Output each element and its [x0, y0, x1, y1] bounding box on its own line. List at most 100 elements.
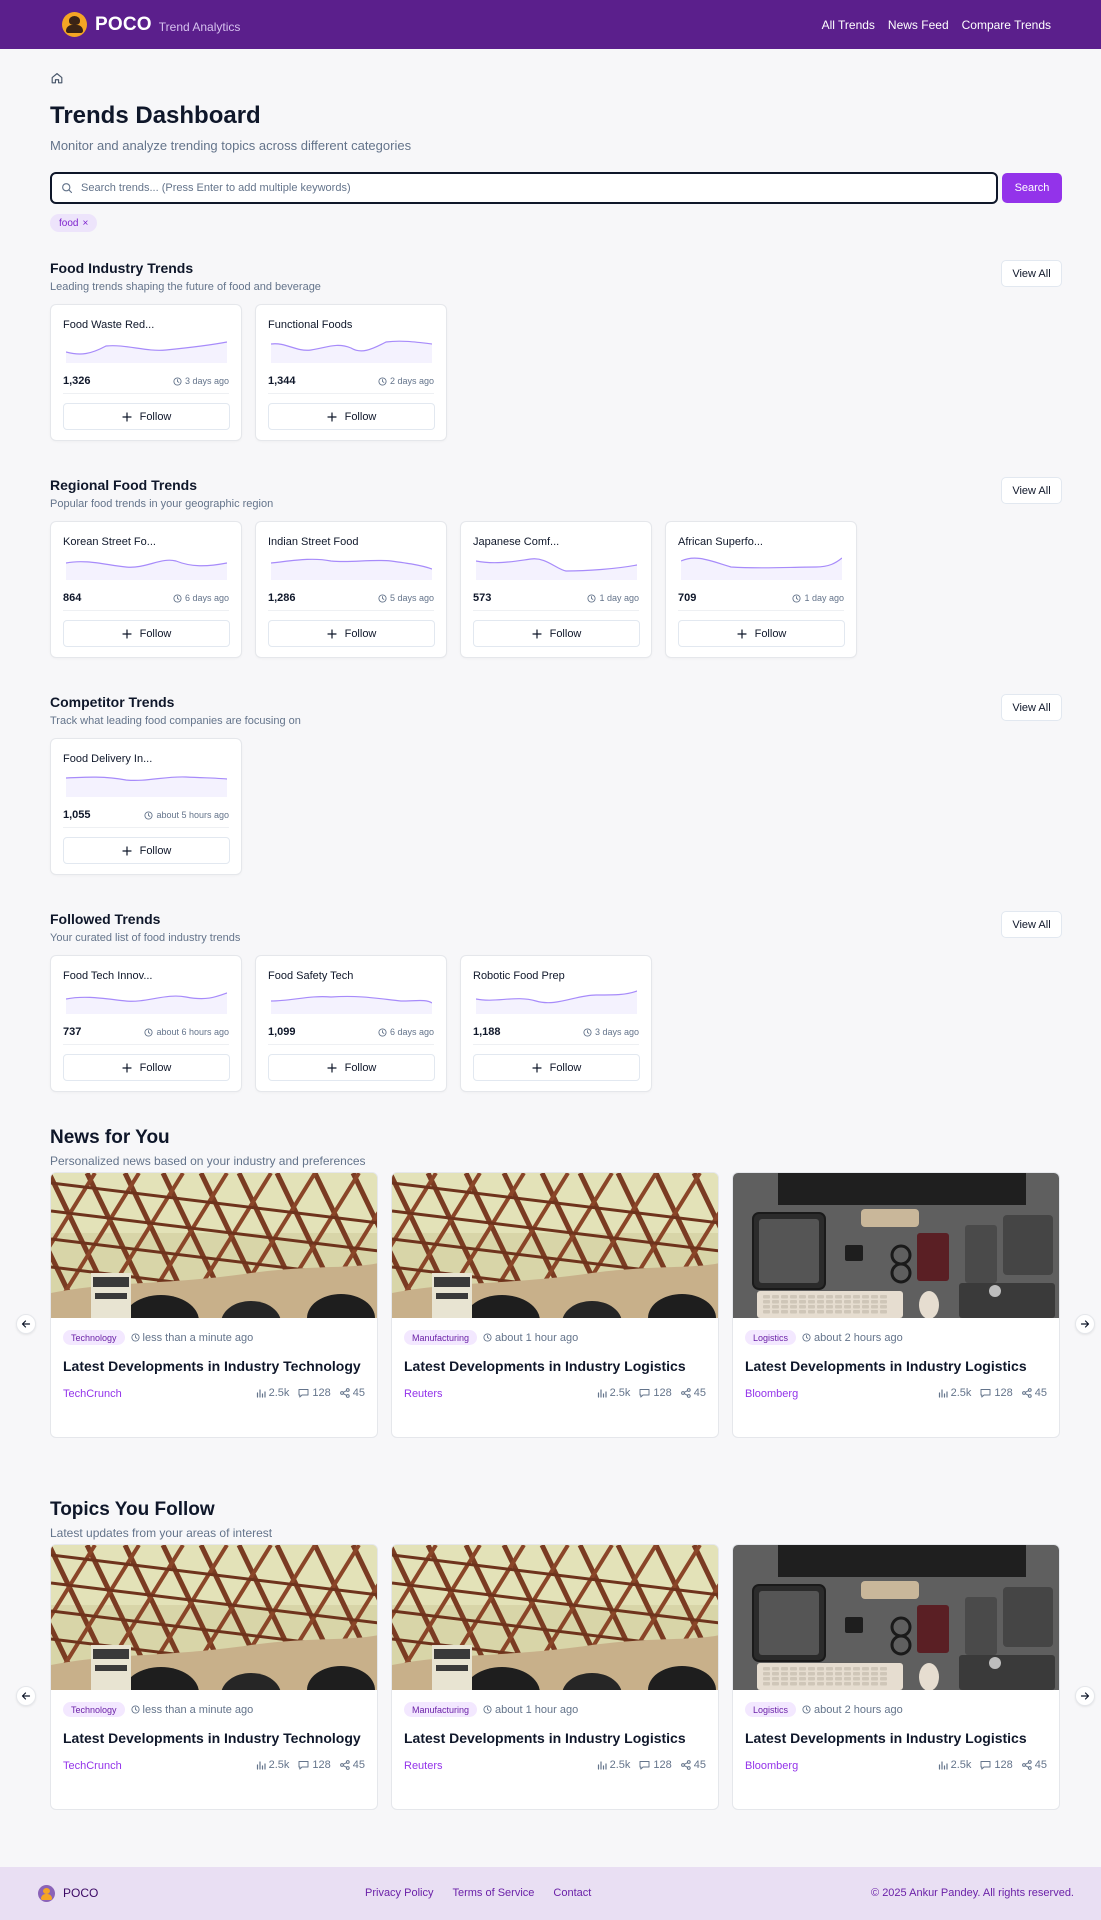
shares-stat[interactable]: 45 [680, 1759, 706, 1771]
trend-time-text: about 5 hours ago [156, 810, 229, 820]
trend-card[interactable]: Food Delivery In... 1,055 about 5 hours … [50, 738, 242, 875]
news-next-arrow-icon[interactable] [1075, 1314, 1095, 1334]
views-count: 2.5k [609, 1387, 631, 1399]
nav-compare-trends[interactable]: Compare Trends [962, 18, 1051, 32]
news-time-text: less than a minute ago [142, 1703, 254, 1716]
follow-button[interactable]: Follow [473, 620, 640, 647]
share-icon [1021, 1388, 1032, 1398]
trend-card[interactable]: Korean Street Fo... 864 6 days ago Follo… [50, 521, 242, 658]
views-count: 2.5k [268, 1387, 290, 1399]
news-card[interactable]: Logistics about 2 hours ago Latest Devel… [732, 1544, 1060, 1810]
trend-count: 864 [63, 592, 82, 604]
brand-name[interactable]: POCO [95, 14, 152, 36]
trend-time-text: 2 days ago [389, 376, 434, 386]
comments-stat[interactable]: 128 [980, 1759, 1013, 1771]
topics-next-arrow-icon[interactable] [1075, 1686, 1095, 1706]
view-all-button[interactable]: View All [1001, 477, 1062, 504]
news-card[interactable]: Logistics about 2 hours ago Latest Devel… [732, 1172, 1060, 1438]
news-title[interactable]: Latest Developments in Industry Logistic… [404, 1730, 686, 1746]
footer-logo-icon [38, 1885, 55, 1902]
news-source[interactable]: TechCrunch [63, 1388, 122, 1400]
trend-card[interactable]: Indian Street Food 1,286 5 days ago Foll… [255, 521, 447, 658]
contact-link[interactable]: Contact [553, 1887, 591, 1899]
plus-icon [121, 628, 132, 639]
views-icon [938, 1761, 948, 1770]
shares-stat[interactable]: 45 [339, 1759, 365, 1771]
news-card[interactable]: Technology less than a minute ago Latest… [50, 1544, 378, 1810]
follow-button[interactable]: Follow [268, 1054, 435, 1081]
clock-icon [378, 593, 387, 603]
news-image [392, 1173, 718, 1318]
topics-prev-arrow-icon[interactable] [16, 1686, 36, 1706]
trend-time-text: 1 day ago [804, 593, 844, 603]
news-source[interactable]: TechCrunch [63, 1760, 122, 1772]
trend-card[interactable]: Food Waste Red... 1,326 3 days ago Follo… [50, 304, 242, 441]
news-prev-arrow-icon[interactable] [16, 1314, 36, 1334]
news-source[interactable]: Reuters [404, 1760, 443, 1772]
comments-stat[interactable]: 128 [298, 1759, 331, 1771]
trend-card[interactable]: Robotic Food Prep 1,188 3 days ago Follo… [460, 955, 652, 1092]
shares-stat[interactable]: 45 [339, 1387, 365, 1399]
news-stats: 2.5k 128 45 [597, 1387, 706, 1399]
shares-stat[interactable]: 45 [1021, 1759, 1047, 1771]
shares-stat[interactable]: 45 [1021, 1387, 1047, 1399]
home-icon[interactable] [50, 71, 64, 85]
follow-button[interactable]: Follow [678, 620, 845, 647]
search-button[interactable]: Search [1002, 173, 1062, 203]
news-card[interactable]: Manufacturing about 1 hour ago Latest De… [391, 1544, 719, 1810]
comments-count: 128 [653, 1759, 672, 1771]
keyword-chip[interactable]: food × [50, 214, 98, 232]
shares-stat[interactable]: 45 [680, 1387, 706, 1399]
news-card[interactable]: Manufacturing about 1 hour ago Latest De… [391, 1172, 719, 1438]
follow-button[interactable]: Follow [268, 403, 435, 430]
clock-icon [378, 1027, 387, 1037]
trend-card[interactable]: Functional Foods 1,344 2 days ago Follow [255, 304, 447, 441]
follow-button[interactable]: Follow [473, 1054, 640, 1081]
follow-button[interactable]: Follow [63, 1054, 230, 1081]
terms-link[interactable]: Terms of Service [452, 1887, 534, 1899]
search-input[interactable] [81, 182, 961, 194]
trend-card[interactable]: Food Tech Innov... 737 about 6 hours ago… [50, 955, 242, 1092]
news-title[interactable]: Latest Developments in Industry Logistic… [404, 1358, 686, 1374]
clock-icon [378, 376, 387, 386]
view-all-button[interactable]: View All [1001, 694, 1062, 721]
view-all-button[interactable]: View All [1001, 260, 1062, 287]
news-title[interactable]: Latest Developments in Industry Technolo… [63, 1358, 361, 1374]
news-time-text: about 1 hour ago [495, 1331, 579, 1344]
follow-button[interactable]: Follow [268, 620, 435, 647]
trend-time: 5 days ago [378, 593, 434, 603]
comments-stat[interactable]: 128 [980, 1387, 1013, 1399]
nav-all-trends[interactable]: All Trends [822, 18, 875, 32]
trend-card[interactable]: African Superfo... 709 1 day ago Follow [665, 521, 857, 658]
comments-stat[interactable]: 128 [639, 1387, 672, 1399]
follow-button[interactable]: Follow [63, 620, 230, 647]
news-title[interactable]: Latest Developments in Industry Technolo… [63, 1730, 361, 1746]
clock-icon [802, 1333, 811, 1342]
comments-stat[interactable]: 128 [639, 1759, 672, 1771]
news-title[interactable]: Latest Developments in Industry Logistic… [745, 1730, 1027, 1746]
privacy-policy-link[interactable]: Privacy Policy [365, 1887, 433, 1899]
share-icon [680, 1760, 691, 1770]
follow-button[interactable]: Follow [63, 837, 230, 864]
news-source[interactable]: Bloomberg [745, 1388, 798, 1400]
chip-remove-icon[interactable]: × [82, 218, 88, 229]
view-all-button[interactable]: View All [1001, 911, 1062, 938]
news-card[interactable]: Technology less than a minute ago Latest… [50, 1172, 378, 1438]
views-count: 2.5k [950, 1387, 972, 1399]
trend-count: 1,344 [268, 375, 296, 387]
comments-stat[interactable]: 128 [298, 1387, 331, 1399]
news-source[interactable]: Bloomberg [745, 1760, 798, 1772]
follow-button[interactable]: Follow [63, 403, 230, 430]
trend-card[interactable]: Food Safety Tech 1,099 6 days ago Follow [255, 955, 447, 1092]
trend-count: 573 [473, 592, 492, 604]
nav-news-feed[interactable]: News Feed [888, 18, 949, 32]
news-time-text: less than a minute ago [142, 1331, 254, 1344]
logo-icon[interactable] [62, 12, 87, 37]
news-source[interactable]: Reuters [404, 1388, 443, 1400]
trend-card[interactable]: Japanese Comf... 573 1 day ago Follow [460, 521, 652, 658]
trend-time: 3 days ago [583, 1027, 639, 1037]
divider [268, 393, 434, 394]
news-title[interactable]: Latest Developments in Industry Logistic… [745, 1358, 1027, 1374]
shares-count: 45 [693, 1759, 706, 1771]
news-time-text: about 1 hour ago [495, 1703, 579, 1716]
